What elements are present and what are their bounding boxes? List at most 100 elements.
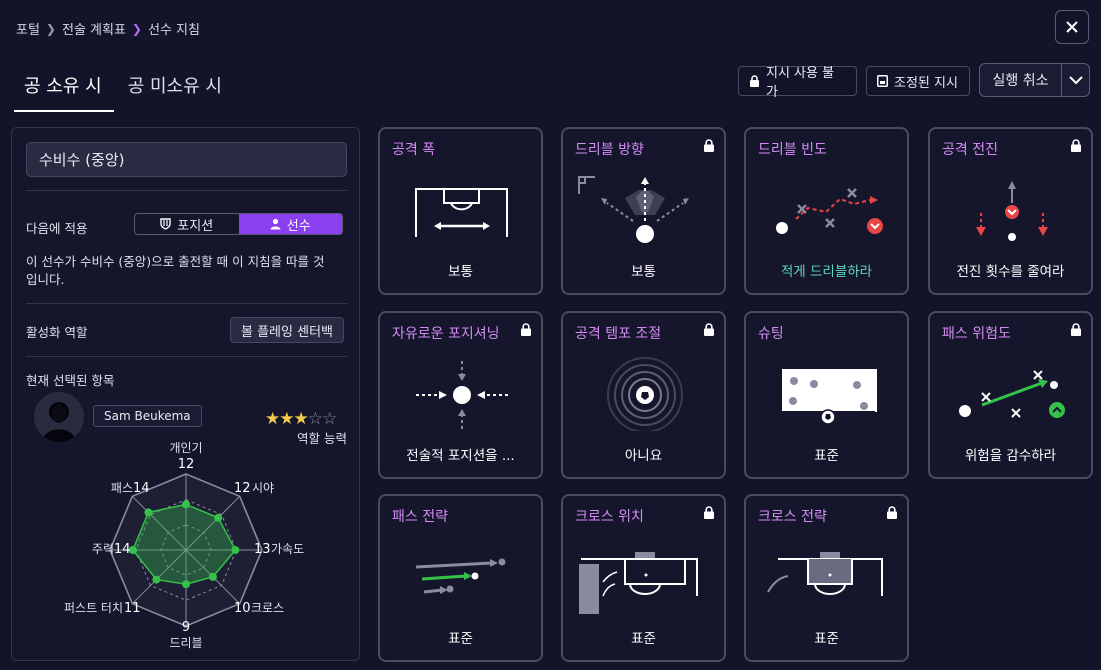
stat-value: 12 (234, 481, 251, 496)
stat-value: 14 (114, 542, 131, 557)
cross-position-icon (579, 552, 698, 614)
dribble-direction-icon (578, 176, 689, 243)
instruction-card-attack-advance[interactable]: 공격 전진 전진 횟수를 줄여라 (928, 127, 1093, 295)
stat-value: 11 (124, 601, 141, 616)
instruction-description: 이 선수가 수비수 (중앙)으로 출전할 때 이 지침을 따를 것입니다. (26, 254, 325, 287)
card-title: 크로스 위치 (575, 509, 644, 525)
player-panel: 수비수 (중앙) 다음에 적용 포지션 선수 이 선수가 수비수 (중앙)으로 … (11, 127, 360, 661)
radar-point (214, 513, 223, 522)
card-title: 공격 전진 (942, 142, 998, 158)
shooting-icon (782, 369, 877, 425)
star-empty-icon: ☆ (322, 409, 337, 429)
radar-point (182, 580, 190, 589)
divider (26, 356, 347, 357)
adjusted-icon (877, 75, 888, 87)
pass-strategy-icon (415, 558, 506, 594)
stat-name: 주력 (92, 542, 114, 556)
active-role-label: 활성화 역할 (26, 325, 88, 340)
instruction-card-pass-strategy[interactable]: 패스 전략 표준 (378, 494, 543, 662)
chevron-right-icon: ❯ (45, 21, 56, 36)
chevron-right-icon: ❯ (131, 21, 142, 36)
lock-icon (704, 323, 714, 336)
radar-point (144, 508, 153, 517)
card-title: 드리블 방향 (575, 142, 644, 158)
pitch-width-icon (415, 188, 508, 237)
divider (26, 303, 347, 304)
card-value: 위험을 감수하라 (964, 448, 1057, 464)
breadcrumb-item[interactable]: 전술 계획표 (62, 19, 126, 38)
card-value: 표준 (631, 631, 656, 647)
instruction-card-dribble-frequency[interactable]: 드리블 빈도 적게 드리블하라 (744, 127, 909, 295)
star-filled-icon: ★ (265, 409, 280, 429)
attack-advance-icon (976, 181, 1048, 241)
instruction-card-dribble-direction[interactable]: 드리블 방향 보통 (561, 127, 726, 295)
tab-bar: 공 소유 시 공 미소유 시 (14, 66, 234, 112)
lock-icon (887, 506, 897, 519)
instruction-card-cross-position[interactable]: 크로스 위치 표준 (561, 494, 726, 662)
card-title: 공격 폭 (392, 142, 436, 158)
tab-in-possession[interactable]: 공 소유 시 (14, 66, 114, 112)
stat-name: 개인기 (169, 441, 202, 455)
stat-value: 14 (133, 481, 150, 496)
divider (26, 190, 347, 191)
position-role-select[interactable]: 수비수 (중앙) (26, 142, 347, 177)
toggle-player[interactable]: 선수 (238, 214, 342, 234)
toggle-position[interactable]: 포지션 (135, 214, 239, 234)
breadcrumb: 포털 ❯ 전술 계획표 ❯ 선수 지침 (16, 19, 200, 39)
apply-to-toggle: 포지션 선수 (134, 213, 343, 235)
star-filled-icon: ★ (279, 409, 294, 429)
stat-name: 시야 (252, 481, 274, 495)
free-positioning-icon (416, 361, 508, 429)
undo-button[interactable]: 실행 취소 (980, 64, 1062, 96)
lock-icon (704, 506, 714, 519)
undo-dropdown: 실행 취소 (979, 63, 1090, 97)
stat-value: 9 (182, 620, 190, 635)
chevron-down-icon (1068, 75, 1083, 84)
instruction-card-free-positioning[interactable]: 자유로운 포지셔닝 전술적 포지션을 ... (378, 311, 543, 479)
adjusted-label: 조정된 지시 (894, 75, 958, 91)
instruction-card-cross-strategy[interactable]: 크로스 전략 표준 (744, 494, 909, 662)
instruction-card-tempo[interactable]: 공격 템포 조절 아니요 (561, 311, 726, 479)
undo-menu-toggle[interactable] (1062, 64, 1089, 96)
unavailable-instructions-button[interactable]: 지시 사용 불가 (738, 66, 857, 100)
instruction-card-shooting[interactable]: 슈팅 표준 (744, 311, 909, 479)
stat-name: 드리블 (169, 636, 202, 650)
adjusted-instructions-button[interactable]: 조정된 지시 (866, 66, 970, 96)
card-title: 드리블 빈도 (758, 142, 827, 158)
card-title: 크로스 전략 (758, 509, 827, 525)
card-title: 공격 템포 조절 (575, 326, 662, 342)
star-empty-icon: ☆ (307, 409, 323, 429)
instruction-card-pass-risk[interactable]: 패스 위험도 위험을 감수하라 (928, 311, 1093, 479)
attribute-radar: 개인기 12 12 시야 13 가속도 10 크로스 9 드리블 퍼스트 터치 … (64, 441, 304, 650)
card-value: 아니요 (624, 448, 663, 464)
card-value: 보통 (631, 264, 656, 280)
active-role-button[interactable]: 볼 플레잉 센터백 (230, 317, 344, 343)
close-button[interactable] (1055, 10, 1089, 44)
card-title: 자유로운 포지셔닝 (392, 326, 500, 342)
card-value: 보통 (448, 264, 473, 280)
stat-name: 패스 (111, 481, 133, 495)
lock-icon (1071, 323, 1081, 336)
close-icon (1066, 21, 1078, 33)
lock-icon (750, 75, 759, 87)
tab-out-of-possession[interactable]: 공 미소유 시 (116, 66, 234, 112)
instruction-card-attack-width[interactable]: 공격 폭 보통 (378, 127, 543, 295)
breadcrumb-item: 선수 지침 (147, 23, 200, 38)
stat-name: 크로스 (251, 601, 284, 615)
stat-name: 가속도 (271, 542, 304, 556)
stat-name: 퍼스트 터치 (64, 601, 123, 615)
apply-to-label: 다음에 적용 (26, 221, 88, 236)
breadcrumb-item[interactable]: 포털 (16, 19, 40, 38)
toggle-player-label: 선수 (286, 218, 311, 234)
stat-value: 13 (254, 542, 271, 557)
card-value: 전술적 포지션을 ... (406, 448, 515, 464)
radar-point (231, 546, 240, 554)
dribble-frequency-icon (776, 188, 883, 234)
pass-risk-icon (959, 370, 1065, 418)
cross-strategy-icon (767, 552, 883, 596)
tempo-icon (607, 357, 683, 431)
toggle-position-label: 포지션 (177, 218, 214, 234)
card-title: 슈팅 (758, 326, 784, 342)
stat-value: 12 (178, 457, 195, 472)
person-icon (270, 218, 281, 230)
